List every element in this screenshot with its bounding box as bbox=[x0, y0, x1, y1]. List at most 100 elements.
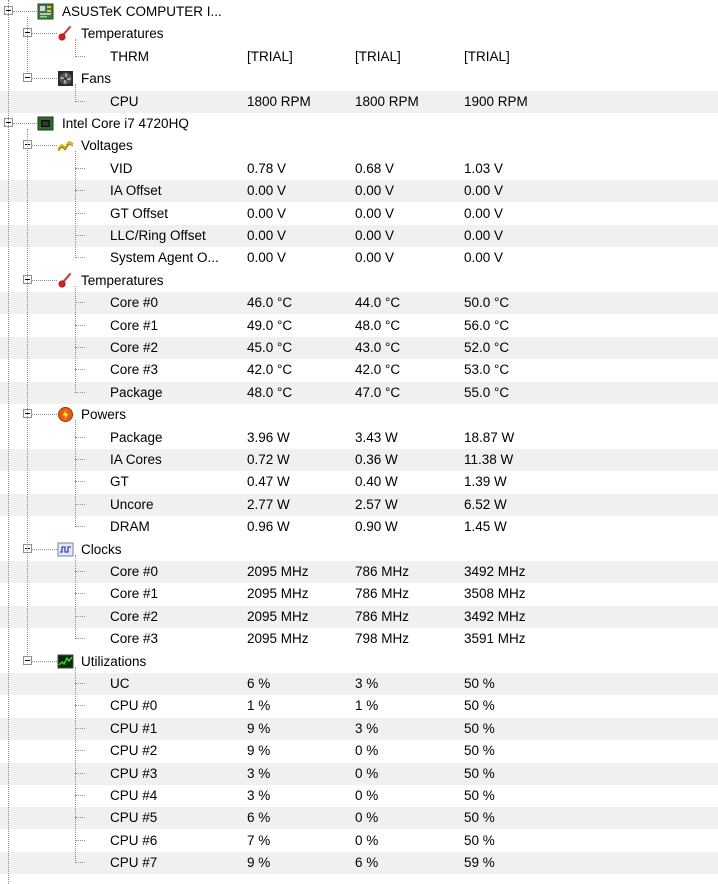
tree-connector bbox=[75, 369, 85, 371]
sensor-max: 6.52 W bbox=[464, 496, 507, 512]
sensor-min: 0.36 W bbox=[355, 452, 398, 467]
sensor-name: LLC/Ring Offset bbox=[110, 228, 206, 243]
sensor-value: 7 % bbox=[247, 832, 271, 848]
sensor-max: 0.00 V bbox=[464, 183, 504, 199]
sensor-value: 0.78 V bbox=[247, 160, 287, 176]
sensor-row: CPU 1800 RPM 1800 RPM 1900 RPM bbox=[0, 90, 718, 113]
sensor-value: 2095 MHz bbox=[247, 564, 309, 579]
sensor-value: 6 % bbox=[247, 676, 271, 691]
tree-node-fans[interactable]: Fans bbox=[0, 68, 718, 90]
tree-node-label: Intel Core i7 4720HQ bbox=[62, 116, 189, 131]
sensor-row: GT 0.47 W 0.40 W 1.39 W bbox=[0, 471, 718, 493]
sensor-max: 55.0 °C bbox=[464, 384, 510, 400]
sensor-name: GT bbox=[110, 474, 129, 490]
sensor-name: THRM bbox=[110, 48, 149, 64]
tree-connector bbox=[75, 638, 85, 640]
tree-connector bbox=[75, 862, 85, 864]
sensor-name: GT Offset bbox=[110, 205, 169, 221]
sensor-name: Core #2 bbox=[110, 340, 159, 355]
tree-connector bbox=[32, 279, 57, 281]
voltage-icon bbox=[57, 137, 74, 154]
tree-connector bbox=[8, 0, 9, 884]
sensor-name: CPU bbox=[110, 93, 139, 109]
tree-connector bbox=[27, 17, 28, 75]
tree-connector bbox=[75, 190, 85, 192]
sensor-min: 1800 RPM bbox=[355, 93, 419, 109]
tree-connector bbox=[75, 750, 85, 752]
sensor-value: 46.0 °C bbox=[247, 295, 293, 311]
sensor-row: CPU #2 9 % 0 % 50 % bbox=[0, 740, 718, 762]
sensor-max: 50 % bbox=[464, 810, 495, 826]
sensor-value: 42.0 °C bbox=[247, 362, 293, 378]
sensor-name: Core #0 bbox=[110, 295, 159, 311]
sensor-max: 59 % bbox=[464, 855, 495, 871]
sensor-value: 0.72 W bbox=[247, 452, 290, 467]
tree-connector bbox=[75, 420, 76, 528]
tree-node-utilizations[interactable]: Utilizations bbox=[0, 651, 718, 673]
sensor-value: 48.0 °C bbox=[247, 384, 293, 400]
sensor-name: CPU #4 bbox=[110, 788, 158, 803]
collapse-toggle-icon[interactable] bbox=[23, 655, 32, 665]
sensor-max: 1900 RPM bbox=[464, 93, 528, 109]
tree-node-intel-core-i7-4720hq[interactable]: Intel Core i7 4720HQ bbox=[0, 113, 718, 135]
tree-connector bbox=[75, 503, 85, 505]
tree-node-voltages[interactable]: Voltages bbox=[0, 135, 718, 157]
sensor-name: Core #2 bbox=[110, 608, 159, 624]
tree-node-temperatures[interactable]: Temperatures bbox=[0, 23, 718, 45]
tree-node-powers[interactable]: Powers bbox=[0, 404, 718, 426]
sensor-max: 1.39 W bbox=[464, 474, 507, 490]
tree-connector bbox=[13, 11, 37, 12]
tree-connector bbox=[75, 795, 85, 796]
tree-node-temperatures[interactable]: Temperatures bbox=[0, 270, 718, 292]
sensor-min: 0.00 V bbox=[355, 228, 395, 243]
tree-connector bbox=[75, 772, 85, 774]
sensor-min: 48.0 °C bbox=[355, 317, 401, 333]
sensor-value: 9 % bbox=[247, 855, 271, 871]
sensor-value: 45.0 °C bbox=[247, 340, 293, 355]
sensor-row: THRM [TRIAL] [TRIAL] [TRIAL] bbox=[0, 46, 718, 68]
sensor-name: Package bbox=[110, 429, 163, 445]
sensor-row: Core #1 2095 MHz 786 MHz 3508 MHz bbox=[0, 583, 718, 605]
tree-node-label: Clocks bbox=[81, 541, 122, 557]
tree-connector bbox=[75, 151, 76, 259]
tree-node-asustek-computer-i[interactable]: ASUSTeK COMPUTER I... bbox=[0, 1, 718, 23]
sensor-max: 3508 MHz bbox=[464, 586, 526, 602]
sensor-min: 786 MHz bbox=[355, 564, 410, 579]
tree-connector bbox=[32, 78, 57, 80]
tree-connector bbox=[75, 100, 85, 102]
sensor-row: CPU #4 3 % 0 % 50 % bbox=[0, 785, 718, 807]
sensor-value: 1 % bbox=[247, 698, 271, 714]
tree-connector bbox=[75, 55, 85, 57]
tree-node-label: Temperatures bbox=[81, 272, 164, 288]
tree-connector bbox=[75, 302, 85, 304]
sensor-min: 0.68 V bbox=[355, 160, 395, 176]
sensor-row: Core #3 2095 MHz 798 MHz 3591 MHz bbox=[0, 628, 718, 650]
sensor-max: 0.00 V bbox=[464, 205, 504, 221]
sensor-value: 0.00 V bbox=[247, 205, 287, 221]
sensor-row: CPU #6 7 % 0 % 50 % bbox=[0, 830, 718, 852]
sensor-row: Core #2 45.0 °C 43.0 °C 52.0 °C bbox=[0, 337, 718, 359]
tree-node-clocks[interactable]: Clocks bbox=[0, 539, 718, 561]
tree-connector bbox=[75, 167, 85, 169]
sensor-name: DRAM bbox=[110, 519, 150, 535]
power-icon bbox=[57, 406, 74, 423]
tree-node-label: Powers bbox=[81, 407, 127, 423]
sensor-value: 9 % bbox=[247, 720, 271, 736]
sensor-max: 56.0 °C bbox=[464, 317, 510, 333]
tree-connector bbox=[75, 347, 85, 348]
collapse-toggle-icon[interactable] bbox=[23, 73, 32, 83]
tree-connector bbox=[75, 705, 85, 707]
tree-connector bbox=[75, 481, 85, 483]
sensor-min: 47.0 °C bbox=[355, 384, 401, 400]
sensor-row: System Agent O... 0.00 V 0.00 V 0.00 V bbox=[0, 247, 718, 269]
sensor-min: 0 % bbox=[355, 810, 379, 826]
sensor-min: 43.0 °C bbox=[355, 340, 401, 355]
sensor-row: LLC/Ring Offset 0.00 V 0.00 V 0.00 V bbox=[0, 225, 718, 247]
fan-icon bbox=[57, 70, 74, 87]
sensor-min: 798 MHz bbox=[355, 631, 410, 647]
sensor-min: 3.43 W bbox=[355, 429, 398, 445]
tree-connector bbox=[75, 615, 85, 617]
sensor-min: 1 % bbox=[355, 698, 379, 714]
tree-connector bbox=[32, 660, 57, 662]
sensor-name: Package bbox=[110, 384, 163, 400]
